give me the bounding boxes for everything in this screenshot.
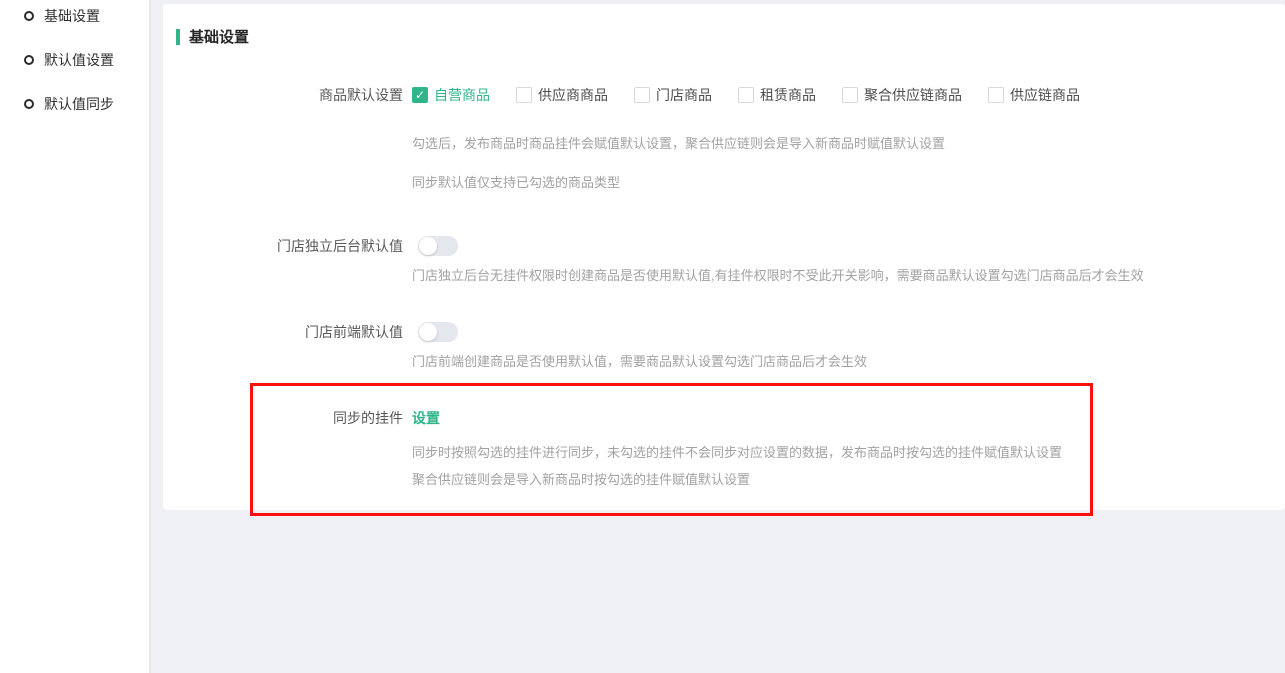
checkbox-icon — [738, 87, 754, 103]
field-label: 门店独立后台默认值 — [163, 236, 403, 256]
form-row-sync-widgets: 同步的挂件 设置 — [163, 408, 1285, 428]
sidebar-item-label: 默认值同步 — [44, 94, 114, 114]
basic-settings-panel: 基础设置 商品默认设置 ✓ 自营商品 供应商商品 — [163, 4, 1285, 510]
checkbox-label: 供应商商品 — [538, 85, 608, 105]
checkbox-label: 租赁商品 — [760, 85, 816, 105]
form-row-product-default: 商品默认设置 ✓ 自营商品 供应商商品 门店商品 — [163, 85, 1285, 105]
checkbox-lease-product[interactable]: 租赁商品 — [738, 85, 816, 105]
anchor-circle-icon — [24, 55, 34, 65]
title-accent-bar — [176, 29, 180, 45]
checkbox-icon — [988, 87, 1004, 103]
helper-text: 同步默认值仅支持已勾选的商品类型 — [412, 176, 1285, 190]
anchor-circle-icon — [24, 11, 34, 21]
checkbox-icon — [634, 87, 650, 103]
checkbox-aggregate-supply-chain-product[interactable]: 聚合供应链商品 — [842, 85, 962, 105]
panel-title-block: 基础设置 — [163, 4, 1285, 47]
settings-page: 基础设置 默认值设置 默认值同步 基础设置 商品默认设置 ✓ — [0, 0, 1285, 673]
sidebar-item-default-value-settings[interactable]: 默认值设置 — [24, 50, 149, 70]
toggle-knob — [419, 323, 437, 341]
checkbox-label: 聚合供应链商品 — [864, 85, 962, 105]
checkbox-icon — [516, 87, 532, 103]
sidebar-item-label: 默认值设置 — [44, 50, 114, 70]
checkbox-checked-icon: ✓ — [412, 87, 428, 103]
toggle-knob — [419, 237, 437, 255]
checkbox-icon — [842, 87, 858, 103]
form-row-store-backend-default: 门店独立后台默认值 — [163, 236, 1285, 256]
sidebar-item-basic-settings[interactable]: 基础设置 — [24, 6, 149, 26]
helper-text: 聚合供应链则会是导入新商品时按勾选的挂件赋值默认设置 — [412, 473, 1285, 487]
field-label: 门店前端默认值 — [163, 322, 403, 342]
settings-form: 商品默认设置 ✓ 自营商品 供应商商品 门店商品 — [163, 85, 1285, 487]
sidebar-item-label: 基础设置 — [44, 6, 100, 26]
field-label: 商品默认设置 — [163, 85, 403, 105]
checkbox-label: 自营商品 — [434, 85, 490, 105]
checkbox-label: 供应链商品 — [1010, 85, 1080, 105]
helper-text: 门店前端创建商品是否使用默认值，需要商品默认设置勾选门店商品后才会生效 — [412, 355, 1285, 369]
checkbox-store-product[interactable]: 门店商品 — [634, 85, 712, 105]
checkbox-label: 门店商品 — [656, 85, 712, 105]
sync-widgets-settings-link[interactable]: 设置 — [412, 408, 440, 428]
helper-text: 门店独立后台无挂件权限时创建商品是否使用默认值,有挂件权限时不受此开关影响，需要… — [412, 269, 1285, 283]
form-row-store-front-default: 门店前端默认值 — [163, 322, 1285, 342]
settings-anchor-nav: 基础设置 默认值设置 默认值同步 — [0, 0, 151, 673]
product-type-checkbox-group: ✓ 自营商品 供应商商品 门店商品 租赁商 — [412, 85, 1080, 105]
checkbox-supply-chain-product[interactable]: 供应链商品 — [988, 85, 1080, 105]
store-front-default-toggle[interactable] — [418, 322, 458, 342]
helper-text: 勾选后，发布商品时商品挂件会赋值默认设置，聚合供应链则会是导入新商品时赋值默认设… — [412, 137, 1285, 151]
panel-title: 基础设置 — [189, 26, 249, 47]
helper-text: 同步时按照勾选的挂件进行同步，未勾选的挂件不会同步对应设置的数据，发布商品时按勾… — [412, 446, 1285, 460]
checkbox-supplier-product[interactable]: 供应商商品 — [516, 85, 608, 105]
checkbox-self-operated-product[interactable]: ✓ 自营商品 — [412, 85, 490, 105]
content-area: 基础设置 商品默认设置 ✓ 自营商品 供应商商品 — [151, 0, 1285, 673]
field-label: 同步的挂件 — [163, 408, 403, 428]
anchor-circle-icon — [24, 99, 34, 109]
sidebar-item-default-value-sync[interactable]: 默认值同步 — [24, 94, 149, 114]
store-backend-default-toggle[interactable] — [418, 236, 458, 256]
